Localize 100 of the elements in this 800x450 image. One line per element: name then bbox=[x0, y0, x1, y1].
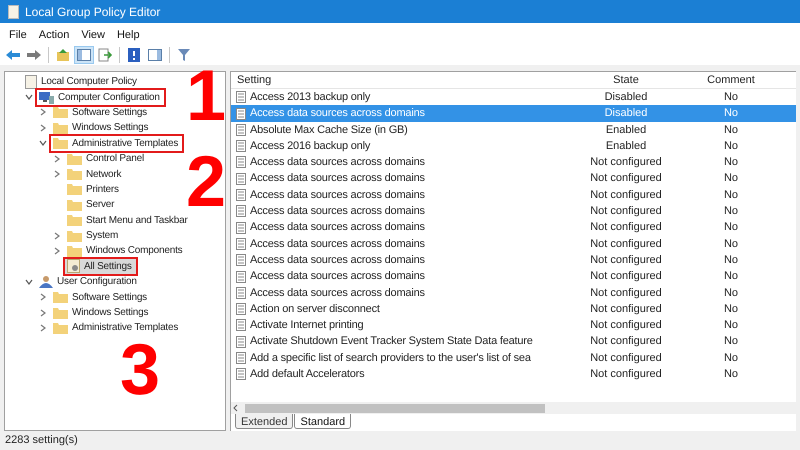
user-icon bbox=[39, 275, 53, 288]
table-row[interactable]: Access 2013 backup only Disabled No bbox=[231, 89, 796, 106]
comment-cell-text: No bbox=[722, 252, 740, 268]
comment-cell-text: No bbox=[722, 236, 740, 252]
comment-cell-text: No bbox=[722, 138, 740, 154]
setting-name: Access 2016 backup only bbox=[250, 138, 370, 154]
tree-item[interactable]: Windows Settings bbox=[51, 120, 152, 136]
expand-chevron-icon[interactable] bbox=[53, 170, 61, 178]
table-row[interactable]: Action on server disconnect Not configured No bbox=[231, 300, 796, 318]
tree-item[interactable]: Software Settings bbox=[51, 104, 151, 120]
tree-item[interactable]: Printers bbox=[65, 182, 123, 197]
table-row[interactable]: Access data sources across domains Not configured No bbox=[231, 170, 796, 187]
expand-chevron-icon[interactable] bbox=[53, 246, 61, 255]
collapse-chevron-icon[interactable] bbox=[25, 278, 33, 286]
policy-setting-icon bbox=[236, 156, 246, 168]
folder-icon bbox=[53, 122, 68, 134]
expand-chevron-icon[interactable] bbox=[39, 308, 47, 317]
expand-chevron-icon[interactable] bbox=[39, 124, 47, 132]
table-row[interactable]: Access data sources across domains Not configured No bbox=[231, 252, 796, 268]
policy-setting-icon bbox=[236, 205, 246, 218]
comment-cell-text: No bbox=[722, 334, 740, 350]
policy-setting-icon bbox=[236, 286, 246, 299]
horizontal-scrollbar[interactable] bbox=[231, 402, 796, 414]
comment-cell-text: No bbox=[722, 350, 740, 366]
expand-chevron-icon[interactable] bbox=[39, 324, 47, 332]
tree-item[interactable]: Server bbox=[65, 197, 118, 212]
collapse-chevron-icon[interactable] bbox=[39, 139, 47, 148]
table-row[interactable]: Access data sources across domains Not configured No bbox=[231, 203, 796, 220]
view-tab[interactable]: Extended bbox=[235, 414, 294, 429]
setting-name: Action on server disconnect bbox=[250, 302, 380, 317]
table-row[interactable]: Access data sources across domains Not configured No bbox=[231, 154, 796, 170]
tree-item[interactable]: Windows Settings bbox=[51, 305, 152, 320]
policy-setting-icon bbox=[236, 352, 246, 364]
setting-name: Activate Internet printing bbox=[250, 318, 364, 334]
table-row[interactable]: Access data sources across domains Not configured No bbox=[231, 186, 796, 204]
tree-item[interactable]: Local Computer Policy bbox=[23, 74, 141, 90]
policy-setting-icon bbox=[236, 91, 246, 104]
state-cell-text: Not configured bbox=[589, 286, 663, 301]
table-row[interactable]: Access 2016 backup only Enabled No bbox=[231, 138, 796, 154]
comment-cell-text: No bbox=[722, 220, 740, 236]
policy-setting-icon bbox=[236, 238, 246, 250]
tree-item[interactable]: Administrative Templates bbox=[51, 320, 182, 336]
folder-icon bbox=[53, 306, 68, 319]
tree-item[interactable]: Computer Configuration bbox=[37, 90, 164, 105]
expand-chevron-icon[interactable] bbox=[53, 232, 61, 240]
setting-name: Access data sources across domains bbox=[250, 204, 425, 220]
table-row[interactable]: Access data sources across domains Not configured No bbox=[231, 284, 796, 301]
folder-icon bbox=[67, 183, 82, 196]
menu-item[interactable]: File bbox=[4, 27, 32, 44]
tree-item[interactable]: Network bbox=[65, 166, 126, 182]
state-cell-text: Not configured bbox=[589, 188, 663, 203]
state-cell-text: Not configured bbox=[589, 236, 663, 252]
column-header[interactable]: State bbox=[576, 72, 676, 88]
setting-name: Access data sources across domains bbox=[250, 236, 425, 252]
tree-item[interactable]: Software Settings bbox=[51, 290, 151, 305]
folder-icon bbox=[53, 291, 68, 304]
folder-icon bbox=[67, 152, 82, 165]
view-tab[interactable]: Standard bbox=[294, 414, 352, 429]
tree-item[interactable]: System bbox=[65, 228, 122, 244]
table-row[interactable]: Access data sources across domains Not configured No bbox=[231, 236, 796, 252]
menu-item[interactable]: Help bbox=[112, 27, 145, 44]
expand-chevron-icon[interactable] bbox=[39, 293, 47, 302]
tree-item[interactable]: Start Menu and Taskbar bbox=[65, 212, 192, 228]
tree-item[interactable]: Administrative Templates bbox=[51, 136, 182, 151]
expand-chevron-icon[interactable] bbox=[53, 154, 61, 163]
expand-chevron-icon[interactable] bbox=[39, 108, 47, 116]
state-cell-text: Not configured bbox=[589, 367, 663, 382]
state-cell-text: Not configured bbox=[589, 220, 663, 236]
table-row[interactable]: Activate Shutdown Event Tracker System State Data feature Not configured No bbox=[231, 333, 796, 350]
state-cell-text: Enabled bbox=[604, 122, 648, 138]
collapse-chevron-icon[interactable] bbox=[25, 93, 33, 102]
tree-item[interactable]: User Configuration bbox=[37, 274, 141, 290]
tree-item[interactable]: Control Panel bbox=[65, 151, 148, 166]
tree-item[interactable]: All Settings bbox=[65, 258, 136, 274]
setting-name: Access data sources across domains bbox=[250, 155, 425, 170]
settings-icon bbox=[67, 259, 80, 274]
state-cell-text: Not configured bbox=[589, 269, 663, 284]
tree-pane-icon[interactable] bbox=[74, 46, 94, 64]
state-cell-text: Not configured bbox=[589, 252, 663, 268]
table-row[interactable]: Access data sources across domains Not configured No bbox=[231, 219, 796, 236]
table-row[interactable]: Activate Internet printing Not configured No bbox=[231, 317, 796, 334]
column-header[interactable]: Comment bbox=[676, 72, 786, 88]
policy-setting-icon bbox=[236, 368, 246, 380]
setting-name: Absolute Max Cache Size (in GB) bbox=[250, 122, 408, 138]
annotation-number: 3 bbox=[120, 338, 160, 403]
table-row[interactable]: Access data sources across domains Not configured No bbox=[231, 268, 796, 285]
tree-item[interactable]: Windows Components bbox=[65, 243, 186, 258]
document-icon bbox=[25, 74, 37, 89]
setting-name: Access data sources across domains bbox=[250, 269, 425, 284]
table-row[interactable]: Add default Accelerators Not configured No bbox=[231, 366, 796, 382]
state-cell-text: Not configured bbox=[589, 155, 663, 170]
table-row[interactable]: Absolute Max Cache Size (in GB) Enabled No bbox=[231, 122, 796, 138]
comment-cell-text: No bbox=[722, 204, 740, 220]
column-header[interactable]: Setting bbox=[231, 72, 576, 88]
menu-item[interactable]: View bbox=[76, 27, 110, 44]
menu-item[interactable]: Action bbox=[34, 27, 74, 44]
folder-icon bbox=[67, 214, 82, 226]
table-row[interactable]: Add a specific list of search providers to the user's list of sea Not configured No bbox=[231, 350, 796, 366]
policy-setting-icon bbox=[236, 108, 246, 120]
state-cell-text: Not configured bbox=[589, 204, 663, 220]
